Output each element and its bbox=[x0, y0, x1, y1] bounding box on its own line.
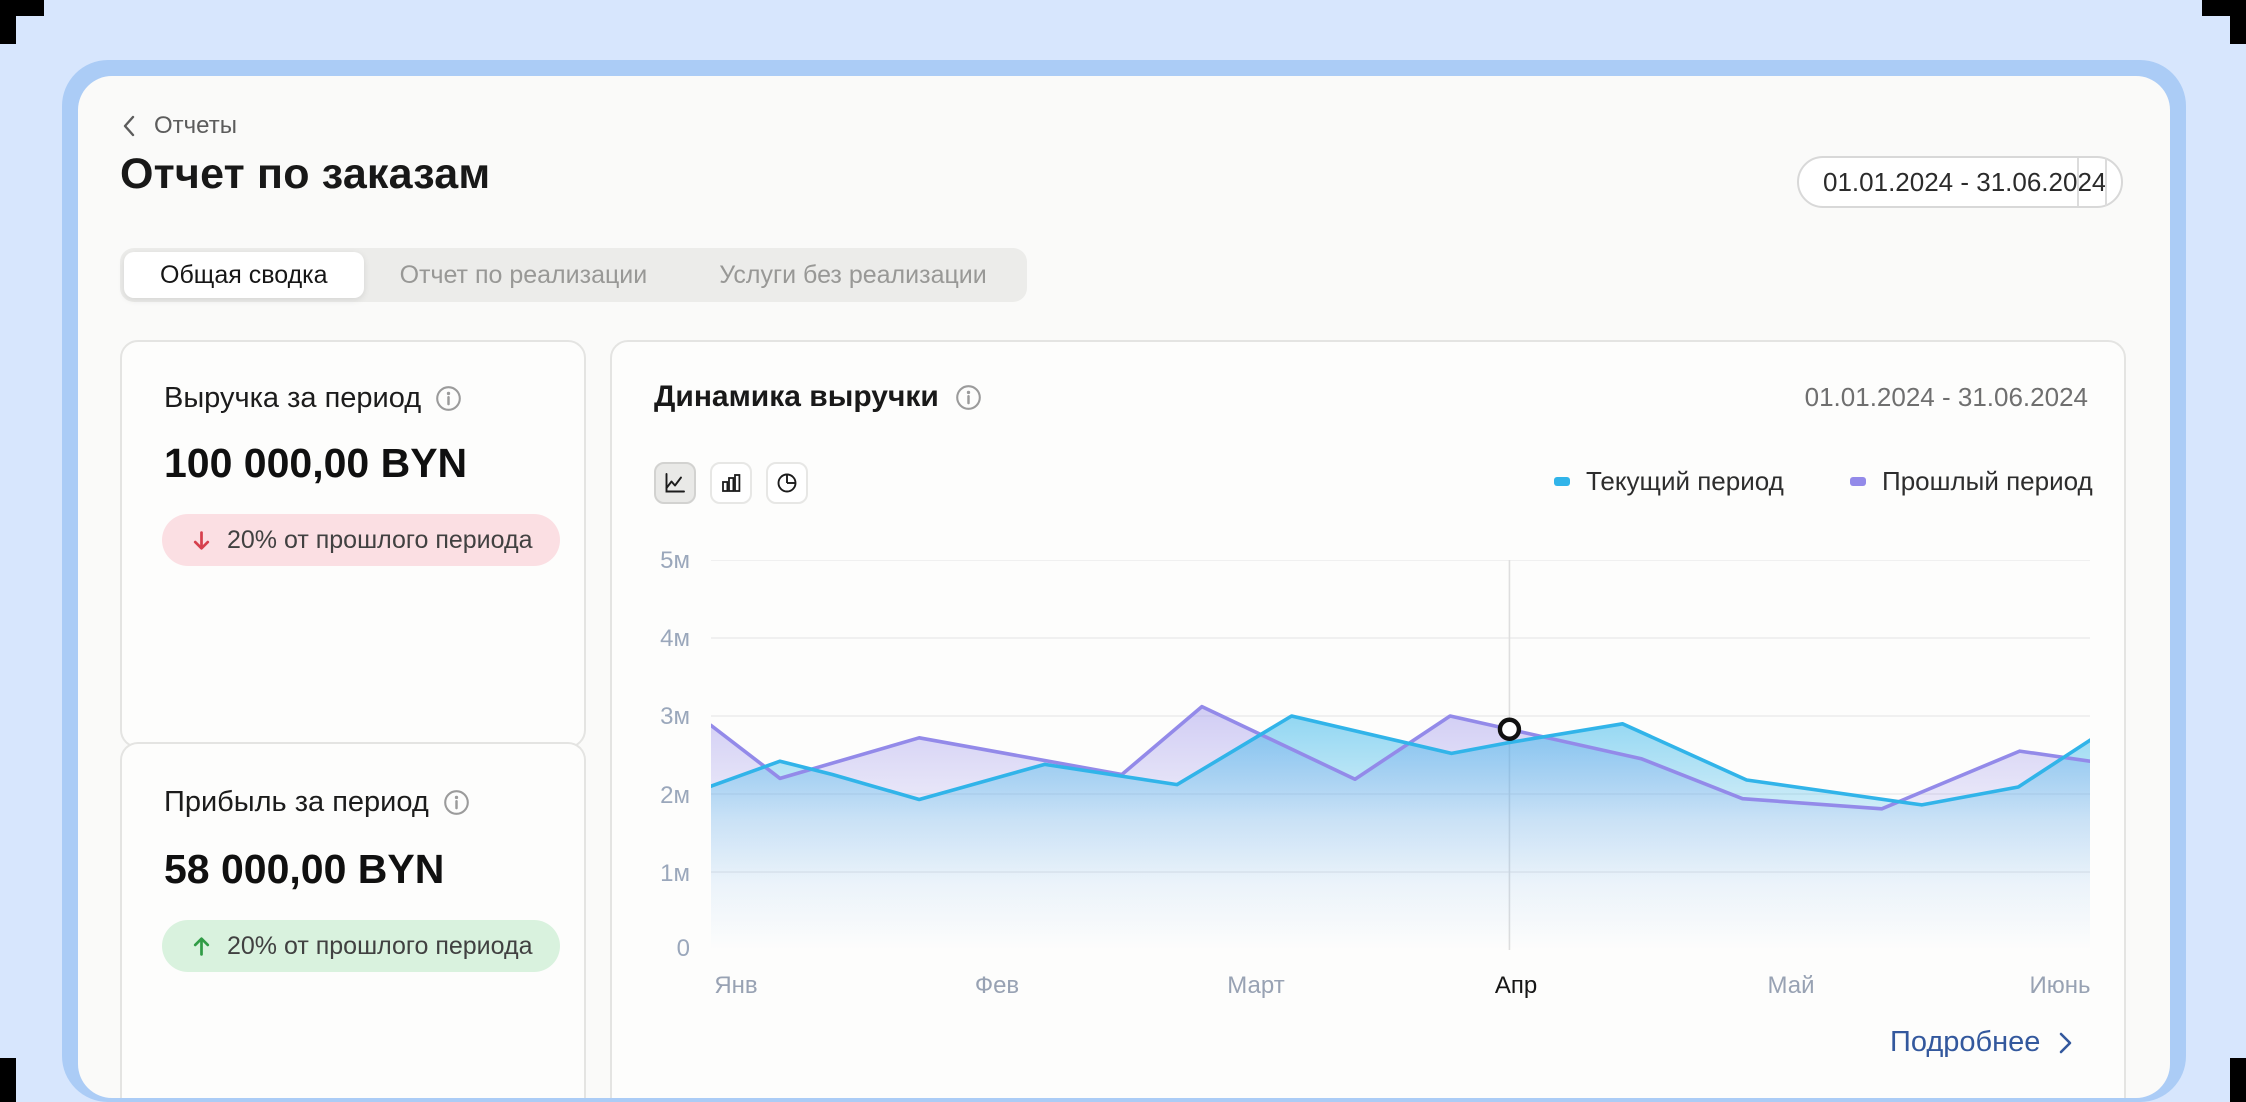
y-tick: 0 bbox=[630, 935, 690, 963]
revenue-dynamics-plot[interactable] bbox=[711, 560, 2090, 950]
breadcrumb-label[interactable]: Отчеты bbox=[154, 112, 237, 140]
y-tick: 5м bbox=[630, 547, 690, 575]
revenue-trend-badge: 20% от прошлого периода bbox=[162, 514, 560, 566]
x-label: Фев bbox=[932, 972, 1062, 1000]
tab-sales-report[interactable]: Отчет по реализации bbox=[364, 252, 684, 298]
date-picker-toggle[interactable] bbox=[2079, 158, 2105, 206]
crop-mark bbox=[2230, 1058, 2246, 1102]
y-tick: 4м bbox=[630, 625, 690, 653]
profit-trend-badge: 20% от прошлого периода bbox=[162, 920, 560, 972]
profit-card-title: Прибыль за период bbox=[164, 786, 429, 819]
crop-mark bbox=[2230, 0, 2246, 44]
x-label: Июнь bbox=[1995, 972, 2125, 1000]
y-tick: 3м bbox=[630, 703, 690, 731]
page-title: Отчет по заказам bbox=[120, 150, 490, 199]
x-label: Апр bbox=[1451, 972, 1581, 1000]
x-label: Март bbox=[1191, 972, 1321, 1000]
revenue-card-title: Выручка за период bbox=[164, 382, 421, 415]
arrow-up-icon bbox=[190, 935, 213, 958]
pie-chart-button[interactable] bbox=[766, 462, 808, 504]
legend-current-period[interactable]: Текущий период bbox=[1554, 466, 1784, 496]
info-icon[interactable] bbox=[955, 384, 982, 411]
arrow-down-icon bbox=[190, 529, 213, 552]
details-link-label: Подробнее bbox=[1890, 1026, 2040, 1059]
x-label: Май bbox=[1726, 972, 1856, 1000]
chevron-right-icon bbox=[2058, 1030, 2073, 1056]
revenue-value: 100 000,00 BYN bbox=[164, 440, 467, 487]
x-label: Янв bbox=[671, 972, 801, 1000]
pie-chart-icon bbox=[775, 471, 799, 495]
divider bbox=[2105, 158, 2107, 206]
tab-general-summary[interactable]: Общая сводка bbox=[124, 252, 364, 298]
chevron-left-icon bbox=[122, 114, 136, 138]
line-chart-button[interactable] bbox=[654, 462, 696, 504]
profit-trend-text: 20% от прошлого периода bbox=[227, 932, 532, 961]
line-chart-icon bbox=[663, 471, 687, 495]
tab-bar: Общая сводка Отчет по реализации Услуги … bbox=[120, 248, 1027, 302]
y-tick: 2м bbox=[630, 782, 690, 810]
legend-previous-period[interactable]: Прошлый период bbox=[1850, 466, 2093, 496]
info-icon[interactable] bbox=[443, 789, 470, 816]
chart-type-toolbar bbox=[654, 462, 808, 504]
crop-mark bbox=[0, 1058, 16, 1102]
main-card: Отчеты Отчет по заказам 01.01.2024 - 31.… bbox=[78, 76, 2170, 1098]
chart-date-range: 01.01.2024 - 31.06.2024 bbox=[1562, 382, 2088, 413]
breadcrumb[interactable]: Отчеты bbox=[122, 110, 237, 142]
legend-label-current: Текущий период bbox=[1586, 466, 1784, 497]
profit-card: Прибыль за период 58 000,00 BYN 20% от п… bbox=[120, 742, 586, 1098]
y-tick: 1м bbox=[630, 860, 690, 888]
tab-services-without-sales[interactable]: Услуги без реализации bbox=[683, 252, 1023, 298]
bar-chart-icon bbox=[719, 471, 743, 495]
revenue-trend-text: 20% от прошлого периода bbox=[227, 526, 532, 555]
revenue-card: Выручка за период 100 000,00 BYN 20% от … bbox=[120, 340, 586, 748]
chart-title: Динамика выручки bbox=[654, 380, 939, 414]
bar-chart-button[interactable] bbox=[710, 462, 752, 504]
legend-swatch-current bbox=[1554, 477, 1570, 486]
legend-swatch-previous bbox=[1850, 477, 1866, 486]
details-link[interactable]: Подробнее bbox=[1890, 1026, 2073, 1059]
revenue-dynamics-card: Динамика выручки 01.01.2024 - 31.06.2024 bbox=[610, 340, 2126, 1098]
info-icon[interactable] bbox=[435, 385, 462, 412]
date-range-value[interactable]: 01.01.2024 - 31.06.2024 bbox=[1823, 158, 2106, 206]
profit-value: 58 000,00 BYN bbox=[164, 846, 444, 893]
legend-label-previous: Прошлый период bbox=[1882, 466, 2093, 497]
crop-mark bbox=[0, 0, 16, 44]
date-range-picker[interactable]: 01.01.2024 - 31.06.2024 bbox=[1797, 156, 2123, 208]
